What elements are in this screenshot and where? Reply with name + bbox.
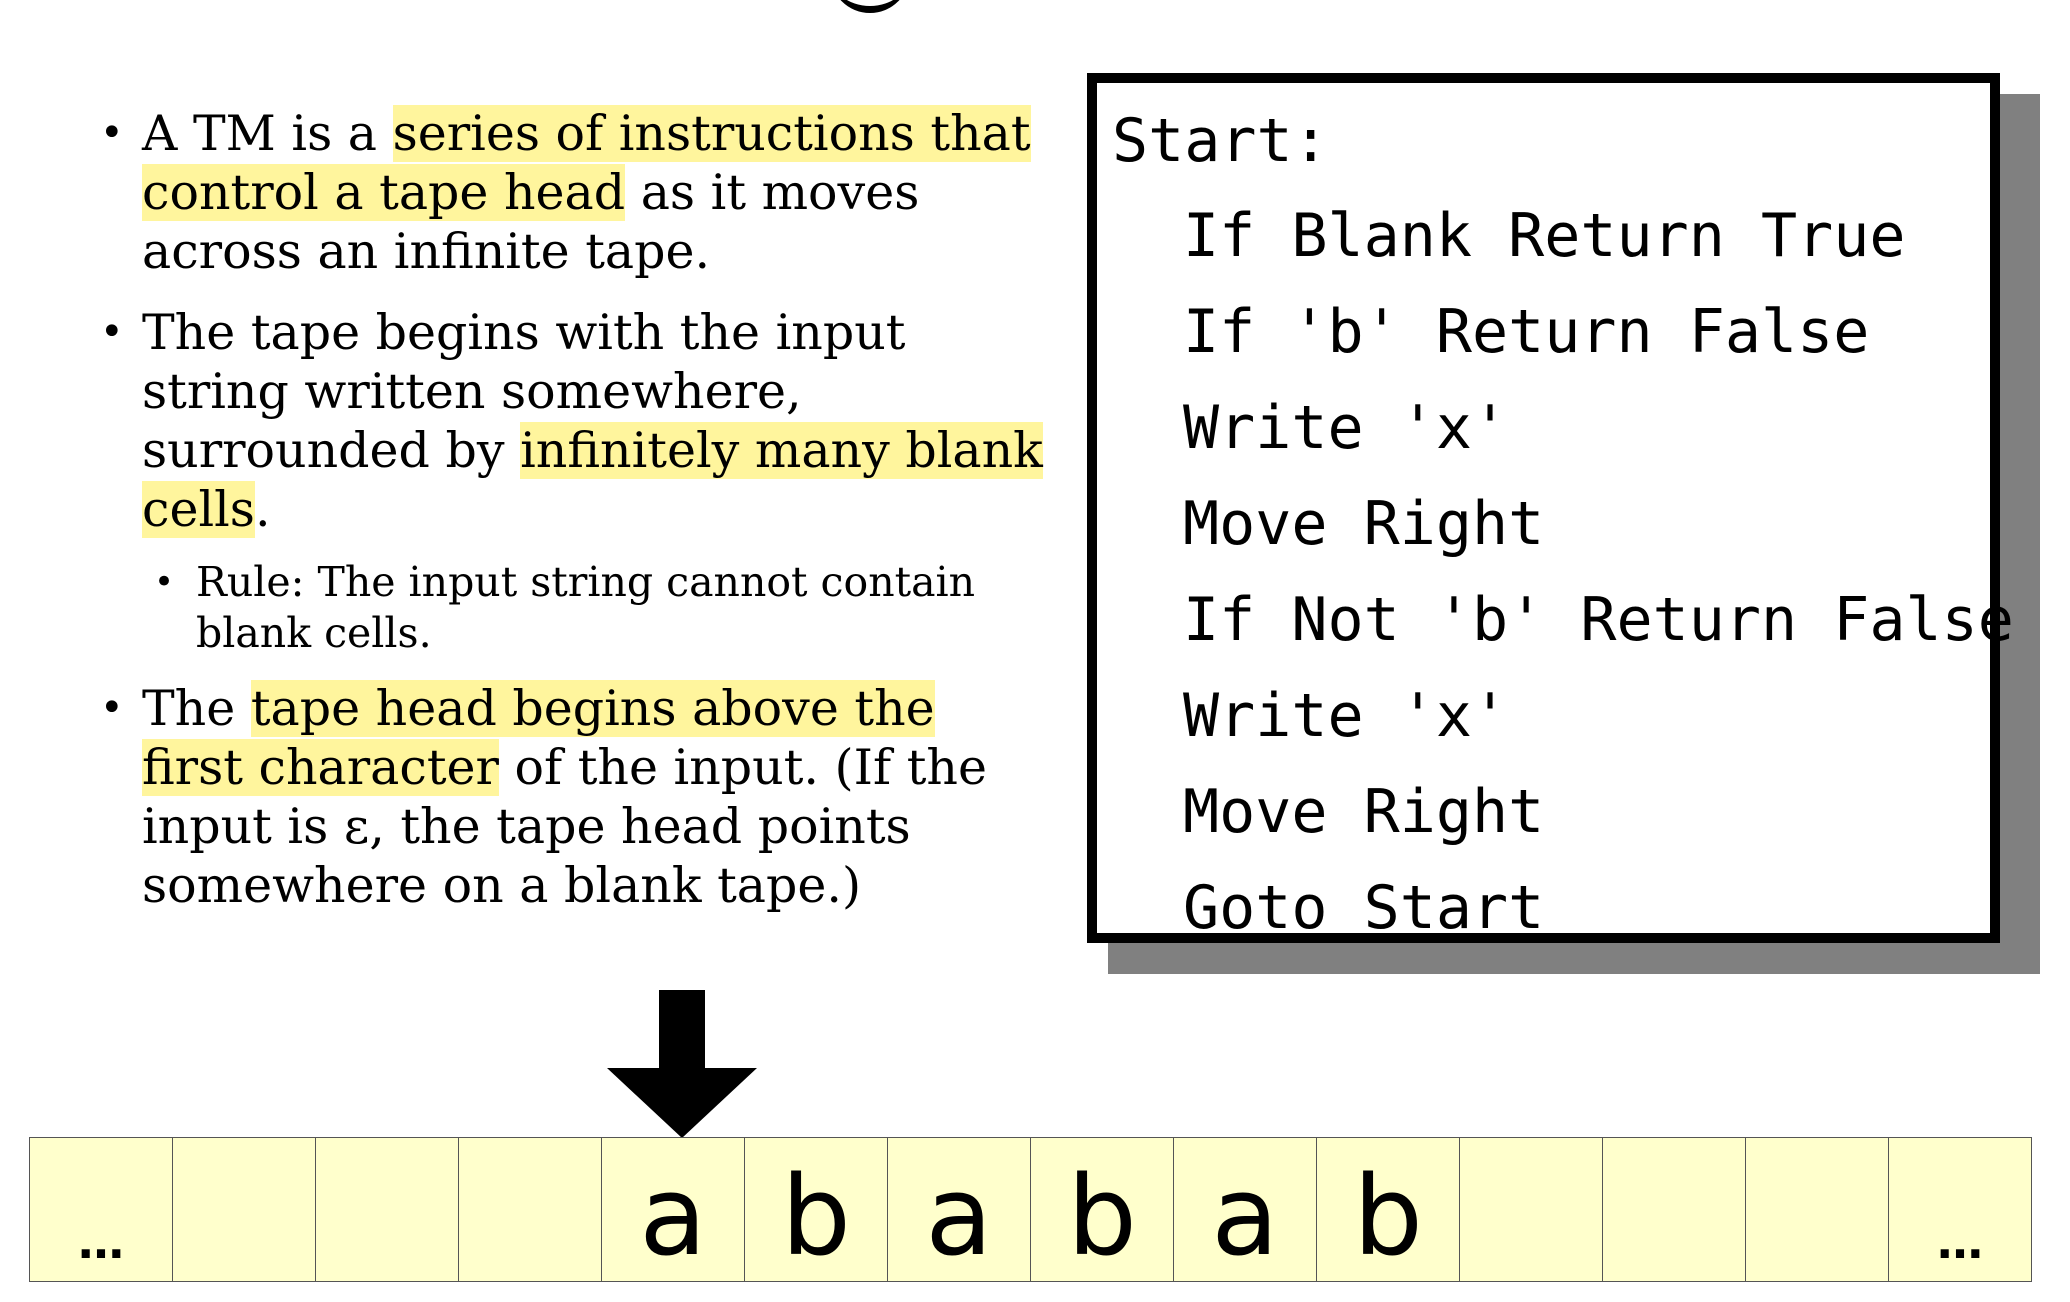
tape-symbol: b (1067, 1151, 1137, 1280)
code-line: Write 'x' (1183, 393, 1509, 463)
code-line: Move Right (1183, 489, 1545, 559)
code-line: Start: (1112, 106, 1329, 176)
bullet-dot: • (100, 309, 124, 355)
code-line: If Not 'b' Return False (1183, 585, 2014, 655)
tape-symbol: b (1353, 1151, 1423, 1280)
program-box: Start: If Blank Return True If 'b' Retur… (1087, 73, 2014, 943)
tape-cell: … (29, 1137, 173, 1282)
code-line: If 'b' Return False (1183, 297, 1870, 367)
ellipsis: … (78, 1215, 124, 1269)
code-line: Write 'x' (1183, 681, 1509, 751)
tape-cell: a (887, 1137, 1031, 1282)
tape-cell: b (744, 1137, 888, 1282)
sub-bullet-rule: • Rule: The input string cannot contain … (154, 558, 976, 657)
code-line: If Blank Return True (1183, 201, 1906, 271)
tape-cell (315, 1137, 459, 1282)
bullet-2: • The tape begins with the input string … (100, 304, 1043, 538)
tape-head-arrow-icon (607, 990, 757, 1138)
tape-cell-head: a (601, 1137, 745, 1282)
bullet-3: • The tape head begins above the first c… (100, 680, 987, 914)
tape-cell: … (1888, 1137, 2032, 1282)
bullet-dot: • (154, 562, 175, 602)
bullet-dot: • (100, 110, 124, 156)
bullet-list: • A TM is a series of instructions that … (100, 104, 1050, 937)
tape: … a b a b a b… (29, 1137, 2032, 1282)
bullet-dot: • (100, 685, 124, 731)
code-line: Goto Start (1183, 873, 1545, 943)
bullet-1: • A TM is a series of instructions that … (100, 105, 1031, 280)
title-fragment (830, 0, 910, 13)
tape-cell (172, 1137, 316, 1282)
tape-cell (1459, 1137, 1603, 1282)
tape-symbol: a (925, 1151, 993, 1280)
tape-cell (458, 1137, 602, 1282)
ellipsis: … (1937, 1215, 1983, 1269)
tape-cell: a (1173, 1137, 1317, 1282)
tape-cell (1602, 1137, 1746, 1282)
tape-symbol: b (781, 1151, 851, 1280)
tape-symbol: a (1211, 1151, 1279, 1280)
tape-cell: b (1316, 1137, 1460, 1282)
tape-cell: b (1030, 1137, 1174, 1282)
tape-symbol: a (639, 1151, 707, 1280)
tape-cell (1745, 1137, 1889, 1282)
code-line: Move Right (1183, 777, 1545, 847)
